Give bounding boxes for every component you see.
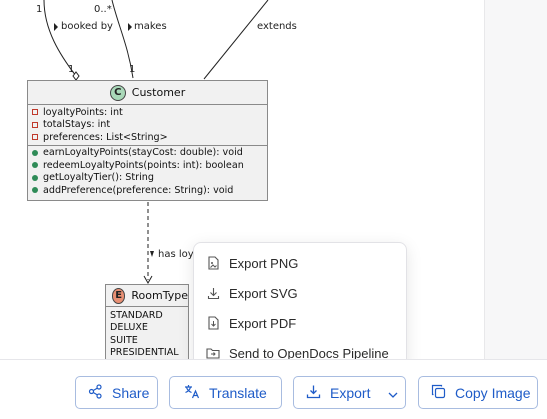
class-methods: earnLoyaltyPoints(stayCost: double): voi… bbox=[28, 146, 267, 198]
copy-image-button[interactable]: Copy Image bbox=[418, 376, 538, 409]
method-row: earnLoyaltyPoints(stayCost: double): voi… bbox=[32, 147, 267, 160]
app-root: 1 0..* booked by makes extends 1 1 has l… bbox=[0, 0, 547, 419]
private-visibility-icon bbox=[32, 121, 38, 128]
attribute-row: preferences: List<String> bbox=[32, 131, 267, 144]
attribute-text: totalStays: int bbox=[43, 119, 111, 131]
booked-by-label: booked by bbox=[61, 21, 113, 32]
customer-class[interactable]: C Customer loyaltyPoints: int totalStays… bbox=[27, 80, 268, 201]
booked-by-direction-icon bbox=[54, 23, 58, 31]
makes-direction-icon bbox=[128, 23, 132, 31]
method-row: addPreference(preference: String): void bbox=[32, 184, 267, 197]
class-badge-icon: C bbox=[109, 84, 126, 101]
enum-badge-icon: E bbox=[112, 287, 126, 304]
folder-send-icon bbox=[206, 346, 220, 360]
method-text: getLoyaltyTier(): String bbox=[43, 172, 154, 184]
export-button[interactable]: Export bbox=[293, 376, 406, 409]
export-dropdown-menu: Export PNG Export SVG Export PDF Send to… bbox=[193, 242, 407, 370]
download-icon bbox=[306, 384, 321, 402]
enum-value: DELUXE bbox=[110, 322, 148, 334]
method-row: getLoyaltyTier(): String bbox=[32, 172, 267, 185]
public-visibility-icon bbox=[32, 174, 38, 181]
menu-item-label: Export PNG bbox=[229, 255, 299, 271]
enum-values: STANDARD DELUXE SUITE PRESIDENTIAL bbox=[106, 307, 188, 359]
enum-header: E RoomType bbox=[106, 285, 188, 307]
has-loyalty-direction-icon bbox=[150, 251, 154, 257]
image-file-icon bbox=[206, 256, 220, 270]
public-visibility-icon bbox=[32, 162, 38, 169]
translate-label: Translate bbox=[209, 384, 267, 401]
copy-icon bbox=[431, 384, 446, 402]
attribute-text: preferences: List<String> bbox=[43, 131, 168, 143]
attribute-row: loyaltyPoints: int bbox=[32, 106, 267, 119]
menu-item-label: Export PDF bbox=[229, 315, 297, 331]
translate-icon bbox=[184, 384, 200, 402]
chevron-down-icon bbox=[388, 385, 398, 401]
pdf-file-icon bbox=[206, 316, 220, 330]
multiplicity-label: 1 bbox=[68, 64, 75, 75]
method-text: earnLoyaltyPoints(stayCost: double): voi… bbox=[43, 147, 243, 159]
share-icon bbox=[88, 383, 103, 402]
class-name: Customer bbox=[131, 86, 186, 99]
class-header: C Customer bbox=[28, 81, 267, 105]
action-toolbar: Share Translate Export Copy Image bbox=[0, 359, 547, 419]
class-attributes: loyaltyPoints: int totalStays: int prefe… bbox=[28, 105, 267, 146]
menu-item-export-svg[interactable]: Export SVG bbox=[194, 278, 406, 308]
extends-label: extends bbox=[257, 21, 297, 32]
multiplicity-label: 1 bbox=[129, 64, 136, 75]
makes-label: makes bbox=[134, 21, 167, 32]
public-visibility-icon bbox=[32, 187, 38, 194]
private-visibility-icon bbox=[32, 109, 38, 116]
download-icon bbox=[206, 286, 220, 300]
menu-item-label: Export SVG bbox=[229, 285, 298, 301]
method-text: redeemLoyaltyPoints(points: int): boolea… bbox=[43, 159, 244, 171]
share-label: Share bbox=[112, 384, 150, 401]
copy-image-label: Copy Image bbox=[455, 384, 531, 401]
multiplicity-label: 1 bbox=[36, 4, 43, 15]
enum-value: STANDARD bbox=[110, 310, 163, 321]
extends-line bbox=[203, 0, 269, 80]
roomtype-enum[interactable]: E RoomType STANDARD DELUXE SUITE PRESIDE… bbox=[105, 284, 189, 359]
public-visibility-icon bbox=[32, 149, 38, 156]
has-loyalty-label: has loy bbox=[158, 249, 194, 260]
private-visibility-icon bbox=[32, 134, 38, 141]
attribute-text: loyaltyPoints: int bbox=[43, 106, 123, 118]
attribute-row: totalStays: int bbox=[32, 119, 267, 132]
enum-value: PRESIDENTIAL bbox=[110, 347, 179, 359]
export-label: Export bbox=[330, 384, 371, 401]
method-row: redeemLoyaltyPoints(points: int): boolea… bbox=[32, 159, 267, 172]
translate-button[interactable]: Translate bbox=[169, 376, 282, 409]
menu-item-export-pdf[interactable]: Export PDF bbox=[194, 308, 406, 338]
enum-value: SUITE bbox=[110, 334, 138, 346]
method-text: addPreference(preference: String): void bbox=[43, 184, 234, 196]
menu-item-export-png[interactable]: Export PNG bbox=[194, 248, 406, 278]
share-button[interactable]: Share bbox=[75, 376, 158, 409]
side-panel bbox=[484, 0, 547, 359]
enum-name: RoomType bbox=[131, 289, 188, 302]
multiplicity-label: 0..* bbox=[94, 4, 112, 15]
